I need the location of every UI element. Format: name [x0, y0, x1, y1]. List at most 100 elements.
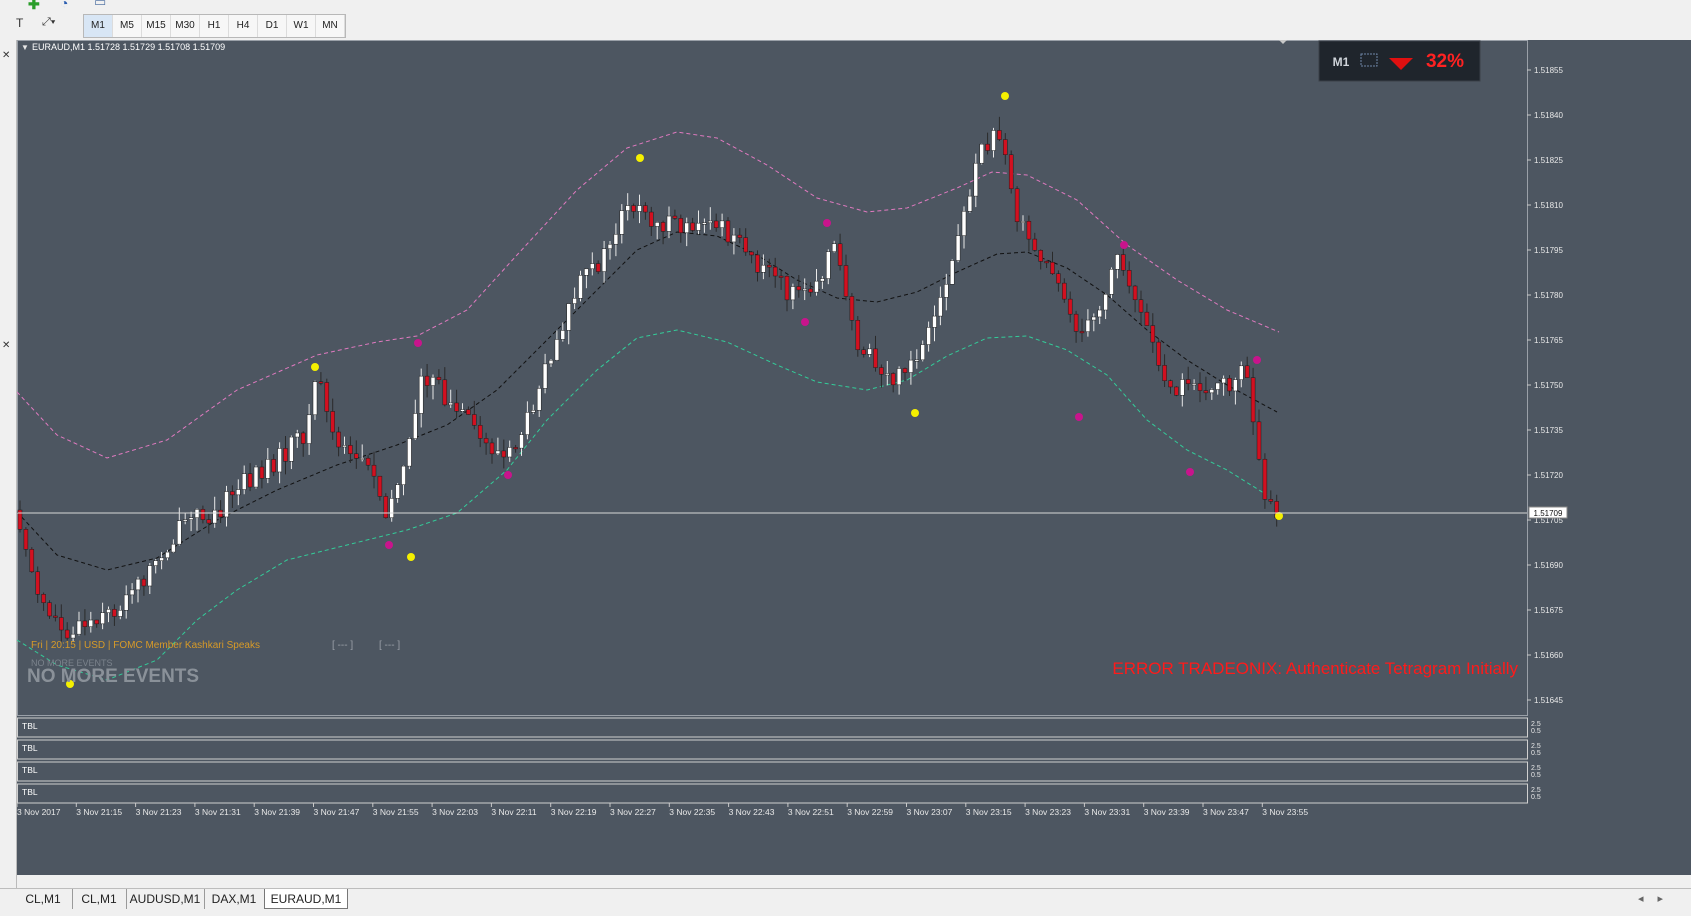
news-bracket-1: [ --- ]	[332, 640, 353, 651]
collapse-icon[interactable]: ✕	[2, 340, 10, 351]
time-tick-label: 3 Nov 23:15	[966, 807, 1012, 817]
timeframe-h1-button[interactable]: H1	[200, 15, 229, 37]
candle-body	[306, 414, 312, 444]
chart-canvas[interactable]: 1.51855 1.51840 1.51825 1.51810 1.51795 1.517…	[17, 40, 1691, 875]
error-message: ERROR TRADEONIX: Authenticate Tetragram …	[1112, 659, 1518, 678]
candle-body	[672, 215, 678, 219]
time-tick-label: 3 Nov 22:43	[729, 807, 775, 817]
candle-body	[690, 222, 695, 231]
candle-body	[1168, 380, 1173, 388]
collapse-arrow-icon[interactable]: ▼	[21, 43, 29, 52]
time-tick-label: 3 Nov 22:03	[432, 807, 478, 817]
candle-body	[283, 448, 288, 462]
candle-body	[118, 610, 123, 617]
tbl-subpanel[interactable]	[17, 717, 1528, 738]
candle-body	[997, 130, 1002, 140]
timeframe-d1-button[interactable]: D1	[258, 15, 287, 37]
candle-body	[1262, 458, 1268, 500]
candle-body	[247, 473, 253, 488]
time-tick-label: 3 Nov 21:31	[195, 807, 241, 817]
chart-window[interactable]: 1.51855 1.51840 1.51825 1.51810 1.51795 1.517…	[17, 40, 1691, 875]
price-tick-label: 1.51660	[1534, 651, 1563, 660]
candle-body	[560, 330, 566, 340]
price-tick-label: 1.51645	[1534, 696, 1563, 705]
candle-body	[654, 222, 660, 227]
candle-body	[1174, 386, 1179, 396]
candle-body	[1191, 383, 1197, 386]
candle-body	[678, 218, 684, 234]
candle-body	[802, 288, 807, 291]
candle-body	[725, 220, 731, 243]
chart-tab-cl-m1[interactable]: CL,M1	[14, 889, 73, 909]
candle-body	[1121, 254, 1126, 271]
candle-body	[64, 629, 70, 639]
price-axis: 1.51855 1.51840 1.51825 1.51810 1.51795 1.517…	[1527, 66, 1563, 705]
candle-body	[902, 368, 908, 373]
candle-body	[354, 453, 359, 459]
candle-body	[165, 551, 170, 559]
objects-dropdown-icon[interactable]: ⤢▾	[42, 16, 55, 29]
refresh-icon[interactable]: ◔	[60, 0, 68, 11]
candle-body	[784, 275, 790, 301]
candle-body	[141, 578, 147, 587]
candle-body	[920, 344, 925, 361]
candle-body	[531, 410, 536, 413]
tbl-subpanel[interactable]	[17, 739, 1528, 760]
candle-body	[837, 243, 843, 266]
buy-signal-dot	[407, 553, 415, 561]
timeframe-w1-button[interactable]: W1	[287, 15, 316, 37]
candle-body	[1227, 377, 1232, 392]
timeframe-m5-button[interactable]: M5	[113, 15, 142, 37]
candle-body	[53, 615, 58, 618]
collapse-icon[interactable]: ✕	[2, 50, 10, 61]
timeframe-m15-button[interactable]: M15	[142, 15, 171, 37]
chart-window-icon[interactable]: ▭	[94, 0, 106, 10]
timeframe-m30-button[interactable]: M30	[171, 15, 200, 37]
tbl-subpanel[interactable]	[17, 761, 1528, 782]
candle-body	[684, 222, 689, 234]
candle-body	[548, 359, 554, 365]
timeframe-toolbar: M1 M5 M15 M30 H1 H4 D1 W1 MN	[83, 14, 346, 38]
candle-body	[1109, 269, 1114, 295]
candle-body	[932, 315, 937, 328]
timeframe-h4-button[interactable]: H4	[229, 15, 258, 37]
chart-tab-dax-m1[interactable]: DAX,M1	[204, 889, 265, 909]
price-tick-label: 1.51675	[1534, 606, 1563, 615]
time-tick-label: 3 Nov 21:55	[373, 807, 419, 817]
chart-tab-cl-m1[interactable]: CL,M1	[72, 889, 127, 909]
timeframe-m1-button[interactable]: M1	[84, 15, 113, 37]
candle-body	[29, 549, 35, 573]
price-tick-label: 1.51735	[1534, 426, 1563, 435]
candle-body	[590, 263, 595, 270]
candle-body	[177, 520, 182, 545]
no-more-events-label: NO MORE EVENTS	[27, 666, 199, 687]
tab-scroll-arrows-icon[interactable]: ◂▸	[1638, 892, 1677, 905]
price-tick-label: 1.51795	[1534, 246, 1563, 255]
candle-body	[100, 612, 105, 625]
price-tick-label: 1.51780	[1534, 291, 1563, 300]
add-chart-icon[interactable]: ✚	[28, 0, 40, 13]
candle-body	[460, 409, 465, 412]
chart-tab-audusd-m1[interactable]: AUDUSD,M1	[126, 889, 205, 909]
candle-body	[955, 235, 961, 261]
chart-header: EURAUD,M1 1.51728 1.51729 1.51708 1.5170…	[32, 42, 225, 52]
candle-body	[501, 450, 507, 458]
candle-body	[1268, 499, 1274, 502]
candle-body	[194, 509, 200, 518]
candle-body	[159, 557, 164, 561]
trend-widget: M1 32%	[1318, 40, 1481, 82]
candle-body	[271, 459, 276, 473]
candle-body	[300, 432, 306, 444]
candle-body	[831, 243, 837, 252]
chart-tab-euraud-m1[interactable]: EURAUD,M1	[264, 889, 348, 909]
candle-body	[908, 359, 914, 373]
text-tool-icon[interactable]: T	[16, 16, 23, 30]
candle-body	[371, 464, 377, 477]
candle-body	[1073, 313, 1079, 332]
tbl-subpanel[interactable]	[17, 783, 1528, 804]
candle-body	[1233, 379, 1238, 392]
time-tick-label: 3 Nov 22:59	[847, 807, 893, 817]
candle-body	[731, 234, 737, 243]
timeframe-mn-button[interactable]: MN	[316, 15, 345, 37]
candle-body	[253, 466, 259, 488]
